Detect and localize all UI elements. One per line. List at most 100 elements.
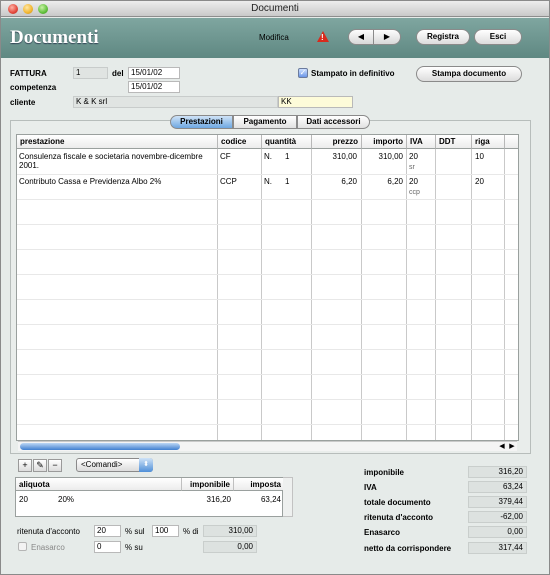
document-number-field[interactable]: 1 [73,67,108,79]
column-divider [471,149,472,440]
enasarco-perc-field[interactable]: 0 [94,541,121,553]
row-divider [17,174,518,175]
aliquote-scrollbar[interactable] [283,477,293,517]
row2-quantita[interactable]: 1 [285,177,289,186]
ritenuta-value: 310,00 [203,525,257,537]
netto-label: netto da corrispondere [364,544,452,553]
competenza-field[interactable]: 15/01/02 [128,81,180,93]
totale-iva-value: 63,24 [468,481,527,493]
enasarco-su-label: % su [125,543,143,552]
ritenuta-sul-label: % sul [125,527,145,536]
column-header-importo[interactable]: importo [362,135,407,149]
del-label: del [112,69,124,78]
row-divider [17,249,518,250]
comandi-label: <Comandi> [81,460,123,469]
row-divider [17,399,518,400]
row2-prezzo[interactable]: 6,20 [313,177,357,186]
prestazioni-table: prestazione codice quantità prezzo impor… [16,134,519,441]
warning-glyph: ! [321,33,324,42]
stampato-label: Stampato in definitivo [311,69,395,78]
column-header-filler [505,135,518,149]
competenza-label: competenza [10,83,57,92]
row-divider [17,424,518,425]
column-header-prezzo[interactable]: prezzo [312,135,362,149]
tab-prestazioni[interactable]: Prestazioni [170,115,233,129]
tab-dati-accessori[interactable]: Dati accessori [297,115,370,129]
row1-prezzo[interactable]: 310,00 [313,152,357,161]
row2-riga[interactable]: 20 [475,177,484,186]
row1-codice[interactable]: CF [220,152,231,161]
row2-iva[interactable]: 20 [409,177,418,186]
column-header-riga[interactable]: riga [472,135,505,149]
column-header-ddt[interactable]: DDT [436,135,472,149]
mode-label: Modifica [259,33,289,42]
row2-unit[interactable]: N. [264,177,272,186]
column-header-prestazione[interactable]: prestazione [17,135,218,149]
row2-codice[interactable]: CCP [220,177,237,186]
warning-icon[interactable]: ! [317,31,329,42]
row-divider [17,374,518,375]
row-divider [17,324,518,325]
column-header-imponibile[interactable]: imponibile [182,478,234,491]
column-divider [406,149,407,440]
edit-row-button[interactable]: ✎ [33,459,47,472]
totale-imponibile-value: 316,20 [468,466,527,478]
column-header-aliquota[interactable]: aliquota [16,478,182,491]
totale-imponibile-label: imponibile [364,468,404,477]
document-date-field[interactable]: 15/01/02 [128,67,180,79]
stampato-checkbox[interactable]: ✓ [298,68,308,78]
documenti-window: Documenti Documenti Modifica ! ◀ ▶ Regis… [0,0,550,575]
aliquota-descr[interactable]: 20% [58,495,74,504]
ritenuta-perc-field[interactable]: 20 [94,525,121,537]
column-header-imposta[interactable]: imposta [234,478,284,491]
cliente-code-field[interactable]: KK [278,96,353,108]
aliquota-code[interactable]: 20 [19,495,28,504]
previous-record-button[interactable]: ◀ [348,29,374,45]
row1-prestazione[interactable]: Consulenza fiscale e societaria novembre… [19,152,209,170]
aliquota-imposta[interactable]: 63,24 [234,495,281,504]
comandi-popup[interactable]: <Comandi> ⬍ [76,458,153,472]
row1-quantita[interactable]: 1 [285,152,289,161]
esci-button[interactable]: Esci [474,29,522,45]
next-record-button[interactable]: ▶ [373,29,401,45]
row2-prestazione[interactable]: Contributo Cassa e Previdenza Albo 2% [19,177,215,186]
column-divider [311,149,312,440]
column-header-codice[interactable]: codice [218,135,262,149]
column-divider [435,149,436,440]
chevron-updown-icon: ⬍ [139,458,153,472]
totale-documento-label: totale documento [364,498,431,507]
column-header-quantita[interactable]: quantità [262,135,312,149]
scrollbar-thumb[interactable] [20,443,180,450]
registra-button[interactable]: Registra [416,29,470,45]
column-divider [217,149,218,440]
cliente-name-field[interactable]: K & K srl [73,96,278,108]
remove-row-button[interactable]: − [48,459,62,472]
scroll-left-icon[interactable]: ◀ [497,442,507,452]
page-title: Documenti [10,27,99,48]
column-header-iva[interactable]: IVA [407,135,436,149]
enasarco-checkbox[interactable] [18,542,27,551]
row-divider [17,274,518,275]
row2-importo[interactable]: 6,20 [363,177,403,186]
row1-unit[interactable]: N. [264,152,272,161]
enasarco-label: Enasarco [31,543,65,552]
ritenuta-base-field[interactable]: 100 [152,525,179,537]
aliquota-imponibile[interactable]: 316,20 [182,495,231,504]
ritenuta-di-label: % di [183,527,199,536]
totale-ritenuta-value: -62,00 [468,511,527,523]
totale-documento-value: 379,44 [468,496,527,508]
document-type-label: FATTURA [10,69,47,78]
row1-iva[interactable]: 20 [409,152,418,161]
horizontal-scrollbar[interactable]: ◀ ▶ [18,441,517,451]
row1-importo[interactable]: 310,00 [363,152,403,161]
tab-pagamento[interactable]: Pagamento [233,115,297,129]
totale-iva-label: IVA [364,483,377,492]
aliquote-table: aliquota imponibile imposta 20 20% 316,2… [15,477,284,517]
add-row-button[interactable]: + [18,459,32,472]
stampa-documento-button[interactable]: Stampa documento [416,66,522,82]
row1-riga[interactable]: 10 [475,152,484,161]
row-divider [17,349,518,350]
row1-iva-code: sr [409,164,415,171]
scroll-right-icon[interactable]: ▶ [507,442,517,452]
window-title: Documenti [251,3,299,14]
